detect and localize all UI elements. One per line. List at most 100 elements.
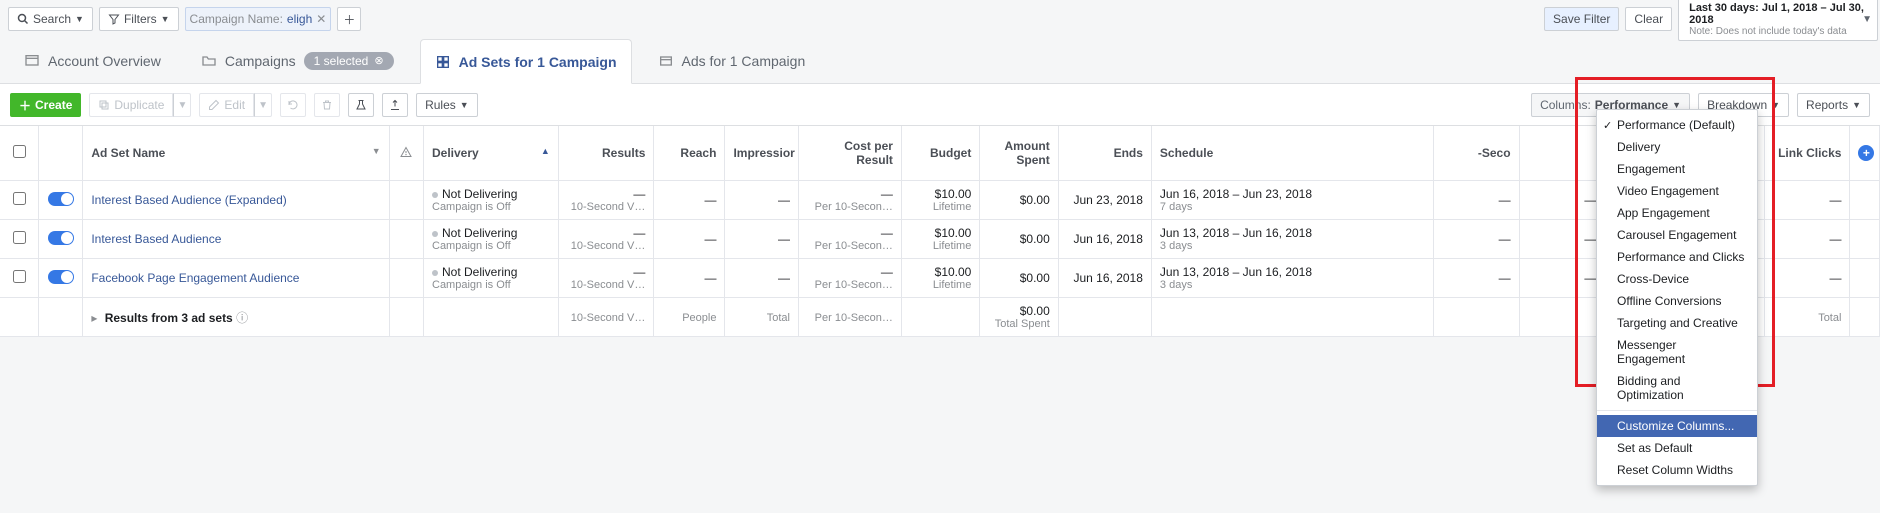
delete-button[interactable] xyxy=(314,93,340,117)
edit-button[interactable]: Edit xyxy=(199,93,254,117)
col-name[interactable]: Ad Set Name ▼ xyxy=(83,126,389,181)
menu-column-preset[interactable]: Delivery xyxy=(1597,136,1757,158)
toggle-switch[interactable] xyxy=(48,192,74,206)
col-amount-spent[interactable]: Amount Spent xyxy=(980,126,1058,181)
tab-campaigns[interactable]: Campaigns 1 selected ⊗ xyxy=(187,38,408,83)
add-column[interactable]: + xyxy=(1850,126,1880,181)
menu-column-preset[interactable]: Performance (Default) xyxy=(1597,114,1757,136)
add-filter-button[interactable]: ＋ xyxy=(337,7,361,31)
export-button[interactable] xyxy=(382,93,408,117)
close-icon[interactable]: ✕ xyxy=(316,12,326,26)
select-all-header[interactable] xyxy=(0,126,39,181)
row-spent: $0.00 xyxy=(980,220,1058,259)
tab-label: Campaigns xyxy=(225,53,296,69)
beaker-icon xyxy=(355,99,367,111)
rules-button[interactable]: Rules ▼ xyxy=(416,93,478,117)
col-link-clicks[interactable]: Link Clicks xyxy=(1765,126,1851,181)
menu-customize-columns[interactable]: Customize Columns... xyxy=(1597,415,1757,437)
revert-button[interactable] xyxy=(280,93,306,117)
row-select[interactable] xyxy=(0,220,39,259)
row-toggle[interactable] xyxy=(39,181,83,220)
select-all-checkbox[interactable] xyxy=(13,145,26,158)
menu-column-preset[interactable]: Video Engagement xyxy=(1597,180,1757,202)
row-checkbox[interactable] xyxy=(13,231,26,244)
folder-icon xyxy=(201,53,217,69)
tab-adsets[interactable]: Ad Sets for 1 Campaign xyxy=(420,39,632,84)
save-filter-button[interactable]: Save Filter xyxy=(1544,7,1619,31)
info-icon[interactable]: ⓘ xyxy=(236,311,248,325)
menu-column-preset[interactable]: Performance and Clicks xyxy=(1597,246,1757,268)
menu-column-preset[interactable]: Offline Conversions xyxy=(1597,290,1757,312)
toggle-switch[interactable] xyxy=(48,270,74,284)
row-name[interactable]: Interest Based Audience (Expanded) xyxy=(83,181,389,220)
duplicate-button[interactable]: Duplicate xyxy=(89,93,173,117)
chevron-down-icon: ▼ xyxy=(372,146,381,156)
menu-column-preset[interactable]: Messenger Engagement xyxy=(1597,334,1757,370)
row-select[interactable] xyxy=(0,259,39,298)
row-ends: Jun 23, 2018 xyxy=(1059,181,1152,220)
expand-icon[interactable]: ▸ xyxy=(91,311,97,325)
tab-account-overview[interactable]: Account Overview xyxy=(10,38,175,83)
row-name[interactable]: Interest Based Audience xyxy=(83,220,389,259)
col-budget[interactable]: Budget xyxy=(902,126,980,181)
adset-name-link[interactable]: Facebook Page Engagement Audience xyxy=(91,271,299,285)
menu-column-preset[interactable]: Bidding and Optimization xyxy=(1597,370,1757,406)
clear-button[interactable]: Clear xyxy=(1625,7,1672,31)
col-vid30[interactable] xyxy=(1520,126,1606,181)
menu-column-preset[interactable]: Targeting and Creative xyxy=(1597,312,1757,334)
row-schedule: Jun 16, 2018 – Jun 23, 20187 days xyxy=(1152,181,1434,220)
chevron-down-icon: ▼ xyxy=(460,100,469,110)
close-icon[interactable]: ⊗ xyxy=(374,54,383,67)
adset-name-link[interactable]: Interest Based Audience (Expanded) xyxy=(91,193,286,207)
row-impressions: — xyxy=(725,181,799,220)
col-warning[interactable] xyxy=(390,126,424,181)
plus-icon: ＋ xyxy=(343,11,355,28)
plus-icon: + xyxy=(1858,145,1874,161)
menu-column-preset[interactable]: App Engagement xyxy=(1597,202,1757,224)
menu-reset-widths[interactable]: Reset Column Widths xyxy=(1597,459,1757,481)
col-delivery[interactable]: Delivery ▲ xyxy=(424,126,559,181)
filters-button[interactable]: Filters ▼ xyxy=(99,7,179,31)
col-impressions[interactable]: Impressior xyxy=(725,126,799,181)
menu-column-preset[interactable]: Engagement xyxy=(1597,158,1757,180)
row-toggle[interactable] xyxy=(39,220,83,259)
edit-more-button[interactable]: ▼ xyxy=(254,93,272,117)
duplicate-more-button[interactable]: ▼ xyxy=(173,93,191,117)
adset-name-link[interactable]: Interest Based Audience xyxy=(91,232,221,246)
row-select[interactable] xyxy=(0,181,39,220)
row-toggle[interactable] xyxy=(39,259,83,298)
columns-dropdown[interactable]: Performance (Default)DeliveryEngagementV… xyxy=(1596,109,1758,486)
row-vid30: — xyxy=(1520,220,1606,259)
status-dot-icon xyxy=(432,192,438,198)
reports-button[interactable]: Reports ▼ xyxy=(1797,93,1870,117)
search-button[interactable]: Search ▼ xyxy=(8,7,93,31)
warning-icon xyxy=(400,146,412,158)
ab-test-button[interactable] xyxy=(348,93,374,117)
export-icon xyxy=(389,99,401,111)
row-checkbox[interactable] xyxy=(13,270,26,283)
row-vid10: — xyxy=(1434,259,1520,298)
create-button[interactable]: ＋ Create xyxy=(10,93,81,117)
menu-set-default[interactable]: Set as Default xyxy=(1597,437,1757,459)
chevron-down-icon: ▼ xyxy=(161,14,170,24)
date-range-picker[interactable]: Last 30 days: Jul 1, 2018 – Jul 30, 2018… xyxy=(1678,0,1878,41)
plus-icon: ＋ xyxy=(19,97,31,114)
row-ends: Jun 16, 2018 xyxy=(1059,220,1152,259)
col-results[interactable]: Results xyxy=(559,126,655,181)
menu-column-preset[interactable]: Carousel Engagement xyxy=(1597,224,1757,246)
col-ends[interactable]: Ends xyxy=(1059,126,1152,181)
selected-badge[interactable]: 1 selected ⊗ xyxy=(304,52,394,70)
col-cost-per-result[interactable]: Cost per Result xyxy=(799,126,902,181)
col-schedule[interactable]: Schedule xyxy=(1152,126,1434,181)
row-checkbox[interactable] xyxy=(13,192,26,205)
menu-column-preset[interactable]: Cross-Device xyxy=(1597,268,1757,290)
col-reach[interactable]: Reach xyxy=(654,126,725,181)
status-dot-icon xyxy=(432,231,438,237)
trash-icon xyxy=(321,99,333,111)
row-name[interactable]: Facebook Page Engagement Audience xyxy=(83,259,389,298)
col-vid10[interactable]: -Seco xyxy=(1434,126,1520,181)
toggle-switch[interactable] xyxy=(48,231,74,245)
filter-chip[interactable]: Campaign Name: eligh ✕ xyxy=(185,7,332,31)
ads-icon xyxy=(658,53,674,69)
tab-ads[interactable]: Ads for 1 Campaign xyxy=(644,38,820,83)
